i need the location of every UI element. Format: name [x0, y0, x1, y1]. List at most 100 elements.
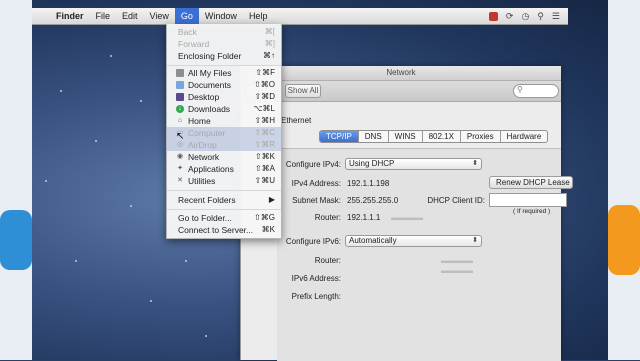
- menu-item-label: Go to Folder...: [178, 213, 232, 223]
- menu-item-label: All My Files: [188, 68, 232, 78]
- menu-shortcut: ⇧⌘O: [254, 80, 275, 89]
- menu-shortcut: ⇧⌘U: [254, 176, 275, 185]
- prefix-length-label: Prefix Length:: [291, 292, 341, 301]
- tab-proxies[interactable]: Proxies: [461, 131, 501, 142]
- dhcp-client-id-label: DHCP Client ID:: [427, 196, 485, 205]
- menu-item-label: Utilities: [188, 176, 216, 186]
- menu-separator: [167, 65, 281, 66]
- documents-folder-icon: [176, 81, 184, 89]
- menu-shortcut: ⌘]: [264, 39, 275, 48]
- ghost-row: ▬▬▬▬: [391, 213, 423, 222]
- menu-item-label: Recent Folders: [178, 195, 236, 205]
- menu-item-label: Enclosing Folder: [178, 51, 242, 61]
- menu-item-label: AirDrop: [188, 140, 217, 150]
- menu-bar: Finder File Edit View Go Window Help ⟳ ◷…: [32, 8, 568, 25]
- tab-hardware[interactable]: Hardware: [501, 131, 548, 142]
- menu-item-forward[interactable]: Forward ⌘]: [167, 38, 281, 50]
- window-toolbar: ‹ Show All ⚲: [241, 81, 561, 102]
- menu-finder[interactable]: Finder: [50, 8, 90, 24]
- dhcp-client-id-field[interactable]: [489, 193, 567, 207]
- menu-item-all-my-files[interactable]: All My Files ⇧⌘F: [167, 67, 281, 79]
- menu-item-desktop[interactable]: Desktop ⇧⌘D: [167, 91, 281, 103]
- menu-item-go-to-folder[interactable]: Go to Folder... ⇧⌘G: [167, 212, 281, 224]
- list-icon[interactable]: ☰: [552, 11, 560, 22]
- ipv6-address-label: IPv6 Address:: [291, 274, 341, 283]
- section-label: Ethernet: [281, 116, 312, 125]
- menu-shortcut: ⇧⌘R: [254, 140, 275, 149]
- menu-item-label: Back: [178, 27, 197, 37]
- menu-item-downloads[interactable]: ↓ Downloads ⌥⌘L: [167, 103, 281, 115]
- menu-item-documents[interactable]: Documents ⇧⌘O: [167, 79, 281, 91]
- menu-shortcut: ⌥⌘L: [253, 104, 275, 113]
- menu-view[interactable]: View: [144, 8, 175, 24]
- search-icon: ⚲: [517, 85, 523, 94]
- menu-shortcut: ⌘K: [261, 225, 275, 234]
- menu-item-applications[interactable]: ✦ Applications ⇧⌘A: [167, 163, 281, 175]
- menu-separator: [167, 209, 281, 210]
- menu-item-label: Network: [188, 152, 220, 162]
- menu-item-label: Home: [188, 116, 211, 126]
- network-icon: ◉: [176, 153, 184, 160]
- clock-icon[interactable]: ◷: [521, 11, 529, 22]
- downloads-icon: ↓: [176, 105, 184, 113]
- submenu-arrow-icon: ▶: [268, 195, 275, 204]
- menu-shortcut: ⇧⌘D: [254, 92, 275, 101]
- show-all-button[interactable]: Show All: [285, 84, 321, 98]
- all-files-icon: [176, 69, 184, 77]
- ghost-row: ▬▬▬▬: [441, 266, 473, 275]
- router6-label: Router:: [314, 256, 341, 265]
- menu-go[interactable]: Go: [174, 8, 199, 24]
- tab-8021x[interactable]: 802.1X: [423, 131, 461, 142]
- menu-item-label: Connect to Server...: [178, 225, 254, 235]
- tab-wins[interactable]: WINS: [389, 131, 423, 142]
- left-decor: [0, 210, 32, 270]
- menu-shortcut: ⇧⌘C: [254, 128, 275, 137]
- menu-item-home[interactable]: ⌂ Home ⇧⌘H: [167, 115, 281, 127]
- menu-item-label: Computer: [188, 128, 226, 138]
- popup-arrows-icon: ⬍: [472, 237, 478, 244]
- utilities-icon: ✕: [177, 177, 183, 184]
- ipv4-address-value: 192.1.1.198: [347, 179, 390, 188]
- menu-window[interactable]: Window: [199, 8, 243, 24]
- configure-ipv6-select[interactable]: Automatically ⬍: [345, 235, 482, 247]
- menu-item-recent-folders[interactable]: Recent Folders ▶: [167, 194, 281, 206]
- menu-shortcut: ⇧⌘G: [254, 213, 275, 222]
- airdrop-icon: ◎: [176, 141, 184, 148]
- ghost-row: ▬▬▬▬: [441, 256, 473, 265]
- menu-item-back[interactable]: Back ⌘[: [167, 26, 281, 38]
- menu-shortcut: ⇧⌘K: [254, 152, 275, 161]
- menu-item-label: Desktop: [188, 92, 220, 102]
- menu-item-label: Forward: [178, 39, 210, 49]
- menu-item-enclosing-folder[interactable]: Enclosing Folder ⌘↑: [167, 50, 281, 62]
- menu-shortcut: ⌘↑: [263, 51, 275, 60]
- dhcp-client-hint: ( If required ): [513, 208, 551, 215]
- menu-shortcut: ⌘[: [264, 27, 275, 36]
- menu-item-label: Applications: [188, 164, 234, 174]
- tab-tcpip[interactable]: TCP/IP: [320, 131, 359, 142]
- window-title: Network: [241, 66, 561, 81]
- renew-dhcp-button[interactable]: Renew DHCP Lease: [489, 176, 573, 189]
- menu-file[interactable]: File: [90, 8, 117, 24]
- menu-item-network[interactable]: ◉ Network ⇧⌘K: [167, 151, 281, 163]
- menu-item-utilities[interactable]: ✕ Utilities ⇧⌘U: [167, 175, 281, 187]
- desktop-icon: [176, 93, 184, 101]
- configure-ipv6-value: Automatically: [349, 236, 397, 245]
- menu-shortcut: ⇧⌘H: [254, 116, 275, 125]
- configure-ipv4-select[interactable]: Using DHCP ⬍: [345, 158, 482, 170]
- menu-edit[interactable]: Edit: [116, 8, 144, 24]
- menu-help[interactable]: Help: [243, 8, 274, 24]
- right-decor: [608, 205, 640, 275]
- popup-arrows-icon: ⬍: [472, 160, 478, 167]
- status-tray: ⟳ ◷ ⚲ ☰: [488, 11, 568, 22]
- menu-item-connect-to-server[interactable]: Connect to Server... ⌘K: [167, 224, 281, 236]
- apple-icon[interactable]: [32, 8, 50, 24]
- subnet-mask-value: 255.255.255.0: [347, 196, 399, 205]
- recording-icon[interactable]: [488, 11, 498, 21]
- menu-item-label: Documents: [188, 80, 231, 90]
- left-backdrop: [0, 0, 32, 360]
- search-input[interactable]: ⚲: [513, 84, 559, 98]
- mouse-pointer-icon: ↖: [176, 131, 185, 142]
- spotlight-icon[interactable]: ⚲: [537, 11, 544, 22]
- sync-icon[interactable]: ⟳: [506, 11, 514, 22]
- tab-dns[interactable]: DNS: [359, 131, 389, 142]
